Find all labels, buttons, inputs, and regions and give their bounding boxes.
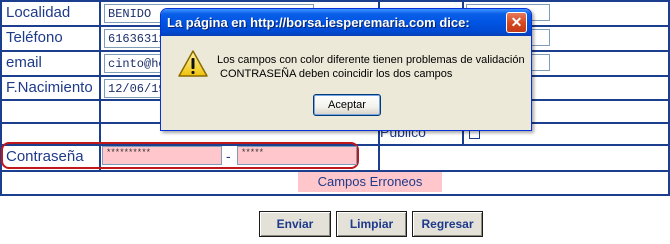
dialog-titlebar[interactable]: La página en http://borsa.iesperemaria.c…	[161, 9, 531, 36]
password-separator: -	[226, 148, 231, 164]
grid-line	[0, 0, 2, 196]
ok-button[interactable]: Aceptar	[313, 94, 381, 116]
localidad-label: Localidad	[6, 4, 71, 21]
password-confirm-input[interactable]: *****	[237, 146, 357, 165]
dialog-message: Los campos con color diferente tienen pr…	[217, 53, 525, 81]
close-icon: ✕	[510, 14, 523, 30]
password-label: Contraseña	[6, 148, 84, 165]
alert-dialog: La página en http://borsa.iesperemaria.c…	[160, 8, 532, 131]
fecha-nacimiento-label: F.Nacimiento	[6, 79, 93, 96]
password-input[interactable]: **********	[102, 146, 222, 165]
email-label: email	[6, 54, 42, 71]
validation-error-message: Campos Erroneos	[298, 172, 442, 192]
telefono-label: Teléfono	[6, 29, 63, 46]
dialog-message-line1: Los campos con color diferente tienen pr…	[217, 54, 525, 66]
clear-button[interactable]: Limpiar	[336, 211, 407, 237]
close-button[interactable]: ✕	[506, 12, 527, 33]
dialog-title: La página en http://borsa.iesperemaria.c…	[167, 15, 470, 30]
grid-line	[0, 194, 670, 196]
submit-button[interactable]: Enviar	[259, 211, 331, 237]
back-button[interactable]: Regresar	[412, 211, 483, 237]
warning-icon	[178, 50, 208, 77]
dialog-message-line2: CONTRASEÑA deben coincidir los dos campo…	[217, 68, 453, 80]
